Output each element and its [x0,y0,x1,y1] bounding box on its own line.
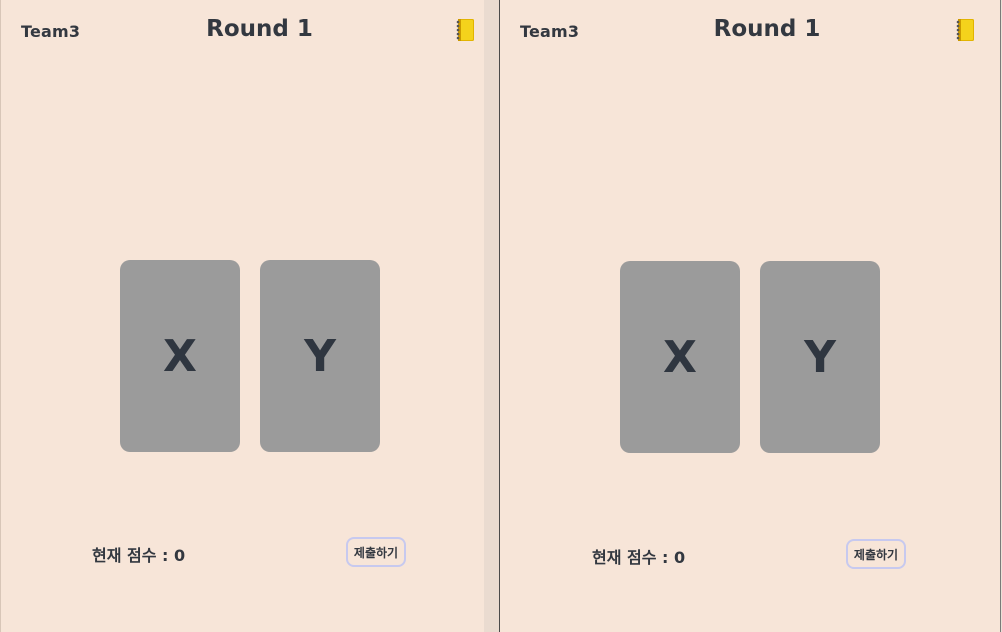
card-x[interactable]: X [620,261,740,453]
notebook-icon-graphic [956,19,974,41]
notebook-icon[interactable] [955,18,975,42]
notebook-icon[interactable] [455,18,475,42]
current-score: 현재 점수 : 0 [592,548,686,567]
submit-button[interactable]: 제출하기 [346,537,406,567]
card-y[interactable]: Y [760,261,880,453]
round-title: Round 1 [713,16,821,42]
game-stage: Team3 Round 1 X Y 현재 점수 : 0 제출하기 Team3 R… [0,0,1002,632]
card-y[interactable]: Y [260,260,380,452]
notebook-icon-graphic [456,19,474,41]
player-panel-right: Team3 Round 1 X Y 현재 점수 : 0 제출하기 [500,0,1001,632]
submit-button[interactable]: 제출하기 [846,539,906,569]
current-score: 현재 점수 : 0 [92,546,186,565]
split-gutter [484,0,499,632]
card-x[interactable]: X [120,260,240,452]
player-panel-left: Team3 Round 1 X Y 현재 점수 : 0 제출하기 [0,0,484,632]
round-title: Round 1 [206,16,313,42]
